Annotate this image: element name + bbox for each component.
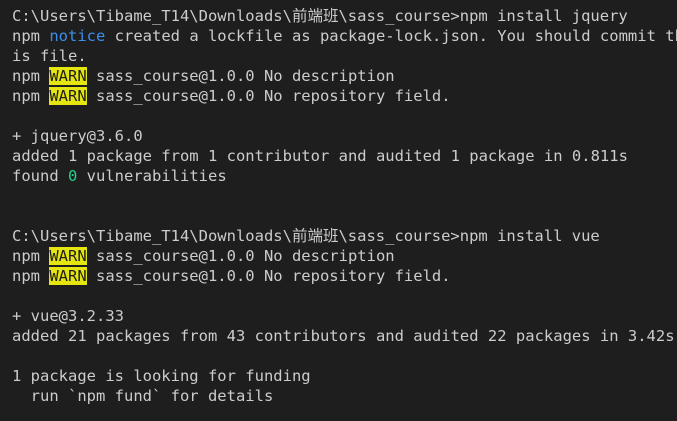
found-suffix: vulnerabilities: [77, 167, 227, 185]
notice-tag: notice: [49, 27, 106, 45]
warn-line: npm WARN sass_course@1.0.0 No descriptio…: [12, 246, 677, 266]
warn-message: sass_course@1.0.0 No repository field.: [86, 267, 451, 285]
prompt-line-jquery: C:\Users\Tibame_T14\Downloads\前端班\sass_c…: [12, 7, 628, 25]
notice-line: npm notice created a lockfile as package…: [12, 26, 677, 46]
notice-line-continued: is file.: [12, 47, 87, 65]
npm-prefix: npm: [12, 67, 50, 85]
installed-package-line: + vue@3.2.33: [12, 307, 124, 325]
npm-prefix: npm: [12, 267, 50, 285]
funding-hint-line: run `npm fund` for details: [12, 387, 274, 405]
warn-message: sass_course@1.0.0 No description: [86, 67, 395, 85]
warn-tag: WARN: [49, 267, 87, 285]
vulnerability-count: 0: [68, 167, 78, 185]
added-summary-line: added 1 package from 1 contributor and a…: [12, 147, 628, 165]
terminal-output[interactable]: C:\Users\Tibame_T14\Downloads\前端班\sass_c…: [0, 0, 677, 421]
warn-message: sass_course@1.0.0 No description: [86, 247, 395, 265]
warn-line: npm WARN sass_course@1.0.0 No repository…: [12, 86, 677, 106]
warn-tag: WARN: [49, 67, 87, 85]
warn-line: npm WARN sass_course@1.0.0 No repository…: [12, 266, 677, 286]
warn-line: npm WARN sass_course@1.0.0 No descriptio…: [12, 66, 677, 86]
funding-line: 1 package is looking for funding: [12, 367, 311, 385]
warn-tag: WARN: [49, 87, 87, 105]
warn-message: sass_course@1.0.0 No repository field.: [86, 87, 451, 105]
npm-prefix: npm: [12, 27, 50, 45]
prompt-line-vue: C:\Users\Tibame_T14\Downloads\前端班\sass_c…: [12, 227, 600, 245]
found-prefix: found: [12, 167, 68, 185]
warn-tag: WARN: [49, 247, 87, 265]
notice-message: created a lockfile as package-lock.json.…: [105, 27, 677, 45]
installed-package-line: + jquery@3.6.0: [12, 127, 143, 145]
npm-prefix: npm: [12, 247, 50, 265]
vulnerabilities-line: found 0 vulnerabilities: [12, 166, 677, 186]
added-summary-line: added 21 packages from 43 contributors a…: [12, 327, 675, 345]
npm-prefix: npm: [12, 87, 50, 105]
